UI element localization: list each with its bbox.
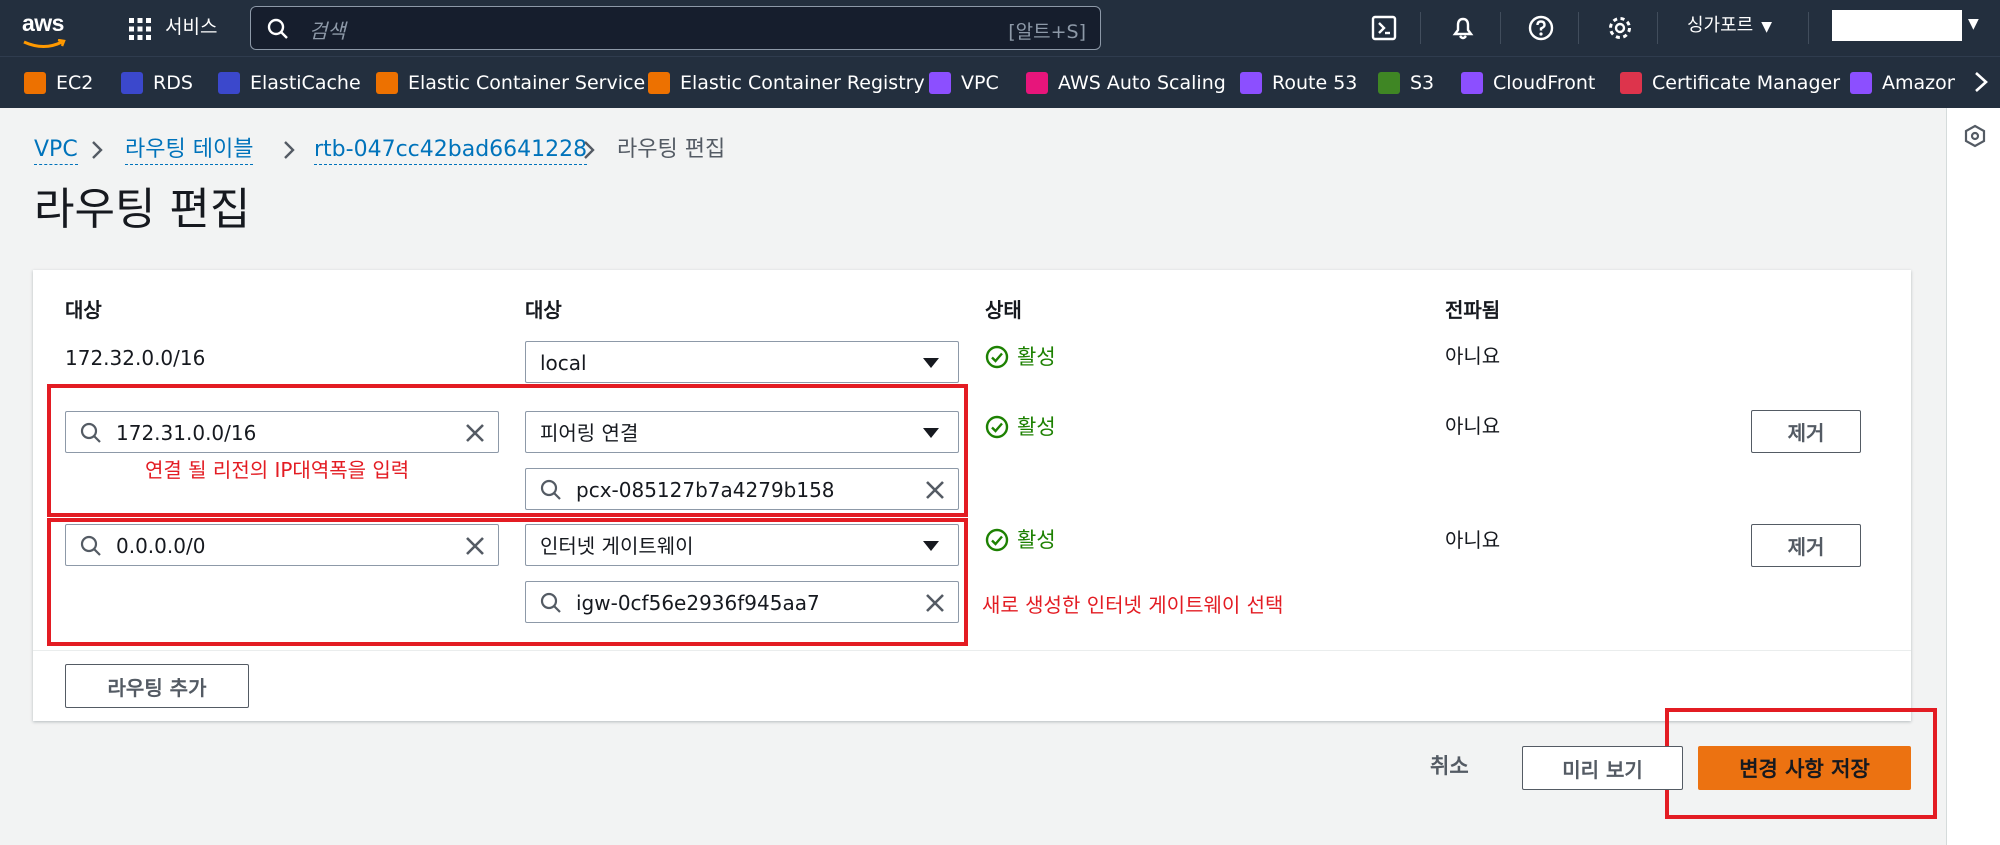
ec2-icon bbox=[24, 72, 46, 94]
global-search[interactable]: 검색 [알트+S] bbox=[250, 6, 1101, 50]
annotation-box-igw-route bbox=[47, 518, 968, 646]
cloudfront-icon bbox=[1461, 72, 1483, 94]
breadcrumb-current: 라우팅 편집 bbox=[617, 137, 726, 162]
search-placeholder: 검색 bbox=[309, 19, 346, 43]
favorite-rds[interactable]: RDS bbox=[121, 69, 193, 97]
s3-icon bbox=[1378, 72, 1400, 94]
preview-button[interactable]: 미리 보기 bbox=[1522, 746, 1683, 790]
chevron-right-icon bbox=[92, 141, 103, 159]
breadcrumb-vpc[interactable]: VPC bbox=[34, 136, 78, 165]
status-success-icon bbox=[985, 528, 1009, 552]
route-3-remove-button[interactable]: 제거 bbox=[1751, 524, 1861, 567]
favorite-ecr[interactable]: Elastic Container Registry bbox=[648, 69, 925, 97]
account-menu[interactable] bbox=[1832, 10, 1962, 41]
nav-divider bbox=[1578, 12, 1579, 44]
ecs-icon bbox=[376, 72, 398, 94]
favorites-list: EC2 RDS ElastiCache Elastic Container Se… bbox=[0, 57, 1955, 109]
side-help-panel bbox=[1946, 108, 2000, 845]
route-2-propagated: 아니요 bbox=[1445, 414, 1501, 438]
search-icon bbox=[267, 18, 288, 39]
cancel-button[interactable]: 취소 bbox=[1430, 752, 1469, 780]
route-2-remove-button[interactable]: 제거 bbox=[1751, 410, 1861, 453]
chevron-right-icon bbox=[284, 141, 295, 159]
card-divider bbox=[33, 650, 1911, 651]
annotation-igw-note: 새로 생성한 인터넷 게이트웨이 선택 bbox=[982, 593, 1284, 617]
column-header-destination: 대상 bbox=[65, 298, 102, 322]
rds-icon bbox=[121, 72, 143, 94]
status-success-icon bbox=[985, 345, 1009, 369]
vpc-icon bbox=[929, 72, 951, 94]
account-caret-icon[interactable]: ▼ bbox=[1968, 16, 1979, 32]
status-success-icon bbox=[985, 415, 1009, 439]
route-1-destination: 172.32.0.0/16 bbox=[65, 346, 206, 370]
route-3-propagated: 아니요 bbox=[1445, 528, 1501, 552]
favorite-route53[interactable]: Route 53 bbox=[1240, 69, 1357, 97]
route-1-target-select[interactable]: local bbox=[525, 341, 959, 383]
notifications-bell-icon[interactable] bbox=[1449, 14, 1477, 42]
column-header-target: 대상 bbox=[525, 298, 562, 322]
info-panel-icon[interactable] bbox=[1963, 124, 1987, 148]
favorite-certificate-manager[interactable]: Certificate Manager bbox=[1620, 69, 1840, 97]
ecr-icon bbox=[648, 72, 670, 94]
favorite-amazon-service[interactable]: Amazon C bbox=[1850, 69, 1955, 97]
favorite-auto-scaling[interactable]: AWS Auto Scaling bbox=[1026, 69, 1226, 97]
auto-scaling-icon bbox=[1026, 72, 1048, 94]
nav-divider bbox=[1808, 12, 1809, 44]
column-header-propagated: 전파됨 bbox=[1445, 298, 1501, 322]
route-1-status: 활성 bbox=[985, 343, 1056, 371]
aws-logo[interactable]: aws bbox=[22, 12, 76, 48]
favorite-ec2[interactable]: EC2 bbox=[24, 69, 93, 97]
save-changes-button[interactable]: 변경 사항 저장 bbox=[1698, 746, 1911, 790]
chevron-right-icon bbox=[584, 141, 595, 159]
settings-gear-icon[interactable] bbox=[1606, 14, 1634, 42]
caret-down-icon bbox=[923, 358, 939, 368]
breadcrumb-route-tables[interactable]: 라우팅 테이블 bbox=[125, 136, 254, 165]
favorite-elasticache[interactable]: ElastiCache bbox=[218, 69, 361, 97]
page-title: 라우팅 편집 bbox=[34, 184, 251, 235]
services-grid-icon[interactable] bbox=[128, 17, 152, 41]
favorites-bar: EC2 RDS ElastiCache Elastic Container Se… bbox=[0, 56, 2000, 108]
favorite-cloudfront[interactable]: CloudFront bbox=[1461, 69, 1595, 97]
help-icon[interactable] bbox=[1527, 14, 1555, 42]
route-1-propagated: 아니요 bbox=[1445, 344, 1501, 368]
route-3-status: 활성 bbox=[985, 526, 1056, 554]
cloudshell-icon[interactable] bbox=[1370, 14, 1398, 42]
chevron-right-icon[interactable] bbox=[1972, 70, 1990, 94]
favorite-s3[interactable]: S3 bbox=[1378, 69, 1434, 97]
annotation-box-peering-route bbox=[47, 384, 968, 517]
services-menu[interactable]: 서비스 bbox=[165, 13, 217, 41]
search-shortcut: [알트+S] bbox=[1008, 21, 1086, 43]
column-header-status: 상태 bbox=[985, 298, 1022, 322]
elasticache-icon bbox=[218, 72, 240, 94]
annotation-cidr-note: 연결 될 리전의 IP대역폭을 입력 bbox=[145, 458, 410, 482]
nav-divider bbox=[1500, 12, 1501, 44]
nav-divider bbox=[1657, 12, 1658, 44]
favorite-ecs[interactable]: Elastic Container Service bbox=[376, 69, 645, 97]
favorite-vpc[interactable]: VPC bbox=[929, 69, 999, 97]
region-caret-icon: ▼ bbox=[1761, 19, 1773, 35]
amazon-service-icon bbox=[1850, 72, 1872, 94]
route53-icon bbox=[1240, 72, 1262, 94]
certificate-manager-icon bbox=[1620, 72, 1642, 94]
route-2-status: 활성 bbox=[985, 413, 1056, 441]
nav-divider bbox=[1420, 12, 1421, 44]
add-route-button[interactable]: 라우팅 추가 bbox=[65, 664, 249, 708]
aws-smile-icon bbox=[23, 38, 66, 48]
top-navigation: aws 서비스 검색 [알트+S] 싱가포르 ▼ ▼ bbox=[0, 0, 2000, 56]
breadcrumb-route-table-id[interactable]: rtb-047cc42bad6641228 bbox=[314, 136, 588, 165]
region-selector[interactable]: 싱가포르 ▼ bbox=[1687, 12, 1772, 41]
